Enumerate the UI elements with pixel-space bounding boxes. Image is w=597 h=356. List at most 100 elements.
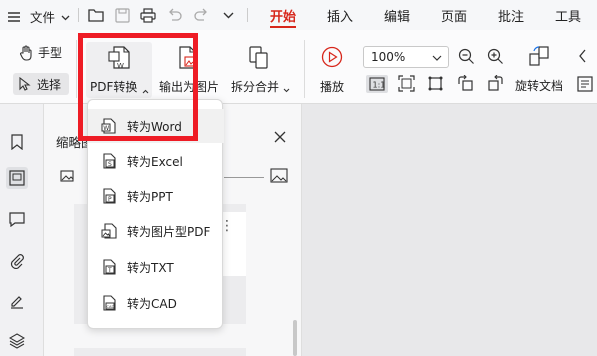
- export-image-icon: [179, 46, 196, 69]
- convert-to-cad-label: 转为CAD: [127, 296, 177, 311]
- tab-tools[interactable]: 工具: [555, 6, 581, 25]
- print-icon[interactable]: [140, 7, 156, 23]
- tab-page[interactable]: 页面: [441, 6, 467, 25]
- attachment-button[interactable]: [6, 250, 28, 272]
- pdf-convert-button[interactable]: W PDF转换: [86, 42, 152, 98]
- bookmark-icon: [11, 134, 23, 150]
- zoom-value: 100%: [371, 50, 406, 64]
- zoom-out-icon[interactable]: [458, 48, 475, 65]
- bookmark-button[interactable]: [6, 131, 28, 153]
- undo-icon[interactable]: [166, 7, 182, 23]
- caret-up-icon: [142, 83, 149, 97]
- play-label: 播放: [320, 80, 345, 94]
- export-image-button[interactable]: 输出为图片: [156, 42, 222, 98]
- redo-icon[interactable]: [193, 7, 209, 23]
- image-pdf-icon: [101, 223, 117, 239]
- active-tab-indicator: [270, 26, 296, 28]
- svg-text:S: S: [108, 161, 112, 168]
- document-canvas[interactable]: [302, 104, 597, 356]
- convert-to-word-label: 转为Word: [127, 119, 182, 134]
- signature-button[interactable]: [6, 290, 28, 312]
- chevron-down-icon: [61, 9, 70, 24]
- convert-to-ppt-label: 转为PPT: [127, 189, 173, 204]
- actual-size-button[interactable]: 1:1: [366, 75, 388, 93]
- ppt-file-icon: P: [103, 188, 116, 204]
- scrollbar[interactable]: [293, 320, 297, 356]
- convert-to-word-item[interactable]: W 转为Word: [88, 109, 224, 143]
- zoom-in-icon[interactable]: [487, 48, 504, 65]
- play-icon: [321, 46, 343, 68]
- cursor-icon: [19, 77, 31, 91]
- file-menu[interactable]: 文件: [6, 7, 70, 26]
- rotate-left-icon[interactable]: [457, 75, 474, 92]
- actual-size-icon: 1:1: [369, 77, 385, 91]
- page-thumbnail[interactable]: [74, 348, 246, 356]
- convert-to-excel-item[interactable]: S 转为Excel: [88, 144, 224, 178]
- close-icon[interactable]: [274, 131, 286, 143]
- paperclip-icon: [10, 254, 24, 269]
- open-folder-icon[interactable]: [88, 7, 104, 23]
- rotate-document-icon[interactable]: [528, 45, 550, 67]
- pen-icon: [11, 296, 23, 309]
- convert-to-excel-label: 转为Excel: [127, 154, 183, 169]
- hand-tool-label: 手型: [38, 46, 63, 60]
- divider: [76, 40, 77, 98]
- hand-tool-button[interactable]: 手型: [18, 44, 62, 61]
- panel-view-icon[interactable]: [577, 76, 593, 92]
- convert-to-cad-item[interactable]: CAD 转为CAD: [88, 286, 224, 320]
- tab-edit[interactable]: 编辑: [384, 6, 410, 25]
- split-merge-button[interactable]: 拆分合并: [228, 42, 292, 98]
- hamburger-icon: [6, 9, 22, 25]
- comments-button[interactable]: [6, 208, 28, 230]
- play-button[interactable]: 播放: [316, 42, 350, 98]
- layers-button[interactable]: [6, 330, 28, 352]
- export-image-label: 输出为图片: [159, 80, 220, 94]
- zoom-select[interactable]: 100%: [363, 46, 449, 68]
- save-icon[interactable]: [114, 7, 130, 23]
- svg-text:T: T: [107, 267, 112, 274]
- divider: [78, 8, 79, 22]
- hand-icon: [19, 44, 32, 61]
- select-tool-button[interactable]: 选择: [13, 73, 69, 95]
- menu-bar: 文件 开始 插入 编辑 页面 批注 工具: [0, 0, 597, 30]
- rotate-right-icon[interactable]: [487, 75, 504, 92]
- pdf-convert-menu: W 转为Word S 转为Excel P 转为PPT 转为图片型PDF T 转为…: [87, 99, 224, 329]
- split-merge-label: 拆分合并: [231, 80, 280, 94]
- tab-annotate[interactable]: 批注: [498, 6, 524, 25]
- pdf-to-word-icon: W: [108, 46, 130, 70]
- ribbon-toolbar: 手型 选择 W PDF转换 输出为图片 拆分合并 播放 100% 1:1 旋转文…: [0, 30, 597, 104]
- cad-file-icon: CAD: [103, 295, 116, 311]
- convert-to-txt-item[interactable]: T 转为TXT: [88, 250, 224, 284]
- convert-to-image-pdf-item[interactable]: 转为图片型PDF: [88, 214, 224, 248]
- rotate-document-label[interactable]: 旋转文档: [515, 77, 563, 94]
- file-menu-label: 文件: [30, 10, 56, 25]
- collapse-left-icon[interactable]: [578, 49, 588, 63]
- tab-start[interactable]: 开始: [270, 6, 296, 25]
- svg-text:W: W: [103, 125, 109, 132]
- word-file-icon: W: [101, 118, 116, 134]
- convert-to-txt-label: 转为TXT: [127, 260, 174, 275]
- tab-insert[interactable]: 插入: [327, 6, 353, 25]
- sidebar-rail: [0, 104, 44, 356]
- thumbnail-size-slider[interactable]: [224, 177, 264, 178]
- divider: [247, 8, 248, 22]
- comment-icon: [9, 211, 25, 227]
- svg-text:1:1: 1:1: [373, 81, 386, 90]
- convert-to-image-pdf-label: 转为图片型PDF: [127, 224, 211, 239]
- convert-to-ppt-item[interactable]: P 转为PPT: [88, 179, 224, 213]
- txt-file-icon: T: [103, 259, 116, 275]
- thumbnail-button[interactable]: [6, 167, 28, 189]
- divider: [304, 40, 305, 98]
- small-thumbnail-icon[interactable]: [60, 170, 74, 182]
- large-thumbnail-icon[interactable]: [270, 168, 288, 183]
- split-merge-icon: [249, 46, 268, 69]
- thumbnail-icon: [9, 170, 25, 186]
- svg-text:P: P: [108, 196, 112, 203]
- svg-text:CAD: CAD: [107, 305, 115, 309]
- fit-page-icon[interactable]: [398, 75, 415, 92]
- select-tool-label: 选择: [37, 77, 62, 92]
- pdf-convert-label: PDF转换: [90, 80, 138, 94]
- fit-width-icon[interactable]: [427, 75, 444, 92]
- more-chevron-icon[interactable]: [220, 7, 236, 23]
- excel-file-icon: S: [103, 153, 116, 169]
